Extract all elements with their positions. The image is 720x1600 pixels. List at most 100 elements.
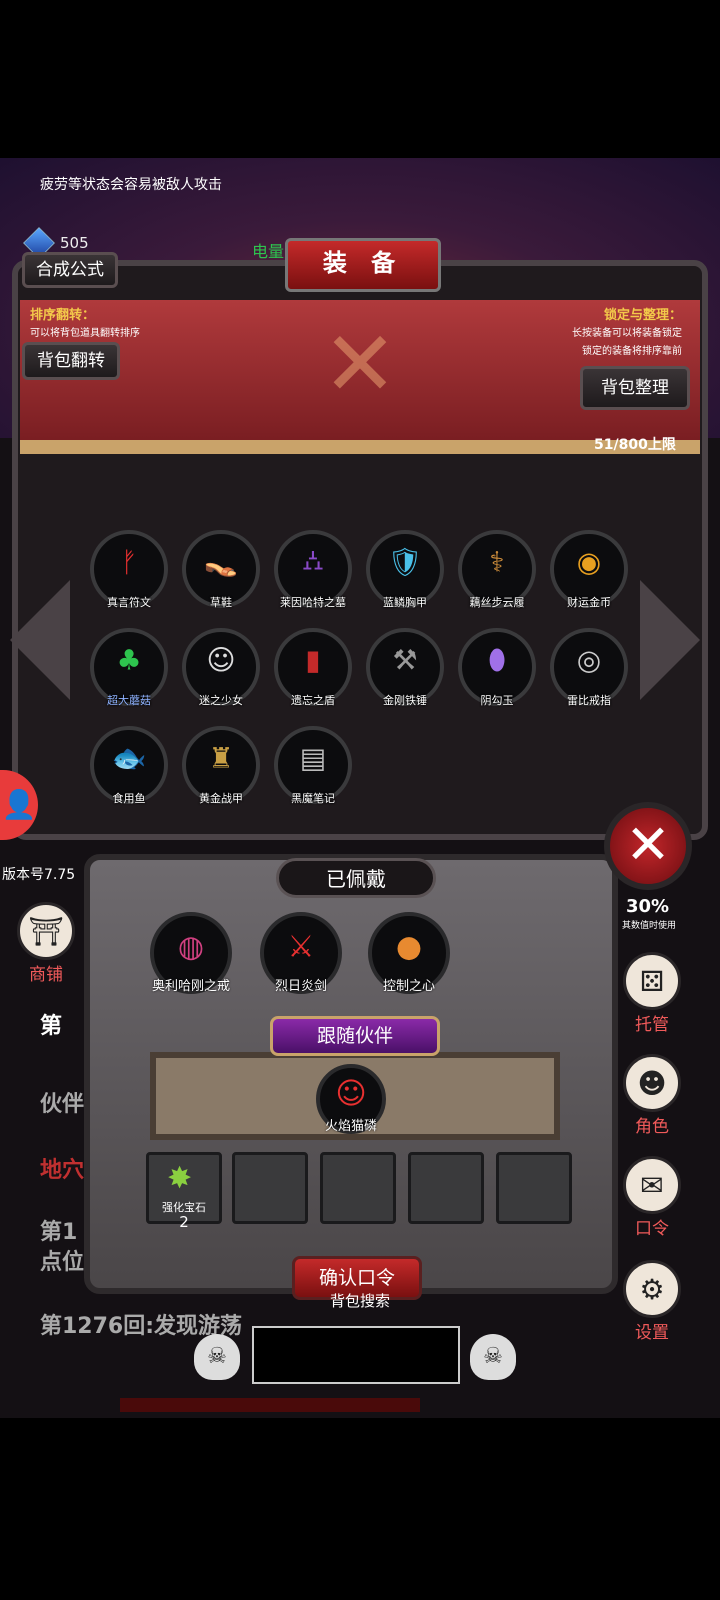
tip-text: 疲劳等状态会容易被敌人攻击 [40,177,222,193]
companion-name: 火焰猫磷 [324,1119,377,1134]
slot-4[interactable] [408,1152,484,1224]
hammer-icon: ⚒ [392,643,418,677]
equipped-item[interactable]: ◍ 奥利哈刚之戒 [150,912,232,994]
inventory-item[interactable]: 🛡 蓝鳞胸甲 [366,530,444,609]
item-label: 超大蘑菇 [107,694,151,707]
inventory-item[interactable]: ◎ 雷比戒指 [550,628,628,707]
log-line: 点位 [40,1250,85,1275]
lock-desc-1: 长按装备可以将装备锁定 [572,328,682,339]
item-label: 迷之少女 [199,694,243,707]
slot-3[interactable] [320,1152,396,1224]
item-label: 真言符文 [107,596,151,609]
log-line: 地穴 [40,1158,85,1183]
skull-icon: ☠ [470,1334,516,1380]
bottom-bar [120,1398,420,1412]
coin-icon: ◉ [576,545,602,579]
side-nav-label: 角色 [635,1117,669,1137]
dice-icon: ⚄ [623,952,681,1010]
inventory-item[interactable]: ♜ 黄金战甲 [182,726,260,805]
fish-icon: 🐟 [111,741,147,775]
companion-title: 跟随伙伴 [270,1016,440,1056]
equipped-item-label: 奥利哈刚之戒 [151,979,230,994]
mushroom-icon: ♣ [116,643,142,677]
item-label: 蓝鳞胸甲 [383,596,427,609]
book-icon: ▤ [299,741,327,775]
inventory-item[interactable]: ᚠ 真言符文 [90,530,168,609]
skull-icon: ☠ [194,1334,240,1380]
crossed-swords-emblem-icon: ✕ [322,312,398,417]
percent-sub: 其数值时使用 [622,921,677,931]
inventory-item[interactable]: ▤ 黑魔笔记 [274,726,352,805]
slot-5[interactable] [496,1152,572,1224]
lock-desc-2: 锁定的装备将排序靠前 [582,346,682,357]
version-text: 版本号7.75 [2,867,76,883]
heart-orb-icon: ● [395,929,423,965]
item-label: 财运金币 [567,596,611,609]
inventory-item[interactable]: ▮ 遗忘之盾 [274,628,352,707]
inventory-item[interactable]: ⛼ 莱因哈特之墓 [274,530,352,609]
close-button[interactable]: ✕ [604,802,692,890]
companion-avatar[interactable]: ☺ 火焰猫磷 [316,1064,386,1134]
gem-icon: ⬮ [488,643,506,676]
side-nav-scroll[interactable]: ✉ 口令 [620,1156,684,1239]
percent-value: 30% [626,896,670,917]
equipped-item[interactable]: ⚔ 烈日炎剑 [260,912,342,994]
side-nav-character[interactable]: ☻ 角色 [620,1054,684,1137]
sort-flip-desc: 可以将背包道具翻转排序 [30,328,140,339]
enhance-gem-icon: ✸ [167,1161,193,1196]
side-nav-label: 口令 [635,1219,669,1239]
girl-icon: ☺ [206,643,236,677]
inventory-item[interactable]: ⚕ 藕丝步云履 [458,530,536,609]
inventory-item[interactable]: ☺ 迷之少女 [182,628,260,707]
character-icon: ☻ [623,1054,681,1112]
gold-armor-icon: ♜ [208,741,234,775]
lock-title: 锁定与整理： [604,308,683,323]
equipped-item-label: 烈日炎剑 [274,979,327,994]
item-label: 藕丝步云履 [469,596,525,609]
inventory-item[interactable]: 🐟 食用鱼 [90,726,168,805]
slot-item-count: 2 [179,1213,189,1231]
scroll-icon: ✉ [623,1156,681,1214]
sandals-icon: 👡 [203,545,239,579]
sort-bag-button[interactable]: 背包整理 [580,366,690,410]
inventory-item[interactable]: 👡 草鞋 [182,530,260,609]
slot-1[interactable]: ✸ 强化宝石 2 [146,1152,222,1231]
item-label: 黑魔笔记 [291,792,335,805]
tomb-icon: ⛼ [302,543,324,577]
item-label: 黄金战甲 [199,792,243,805]
item-label: 阴勾玉 [480,694,514,707]
side-nav-shop[interactable]: ⛩ 商铺 [14,902,78,985]
side-nav-label: 设置 [635,1323,669,1343]
inventory-item[interactable]: ⚒ 金刚铁锤 [366,628,444,707]
item-label: 金刚铁锤 [383,694,427,707]
side-nav-label: 商铺 [29,965,63,985]
inventory-item[interactable]: ♣ 超大蘑菇 [90,628,168,707]
side-nav-label: 托管 [635,1015,669,1035]
side-nav-gear[interactable]: ⚙ 设置 [620,1260,684,1343]
sort-flip-title: 排序翻转： [30,308,96,323]
item-label: 莱因哈特之墓 [280,596,346,609]
log-line: 伙伴 [40,1092,85,1117]
equipped-item-label: 控制之心 [382,979,435,994]
armor-icon: 🛡 [387,545,423,579]
staff-icon: ⚕ [489,545,505,579]
sword-icon: ⚔ [287,929,315,965]
item-label: 雷比戒指 [567,694,611,707]
shop-icon: ⛩ [17,902,75,960]
cat-girl-icon: ☺ [335,1076,367,1112]
log-line: 第1 [40,1220,78,1245]
item-label: 食用鱼 [112,792,146,805]
gem-count-value: 505 [60,234,89,252]
inventory-item[interactable]: ◉ 财运金币 [550,530,628,609]
flip-bag-button[interactable]: 背包翻转 [22,342,120,380]
ring-icon: ◍ [177,929,205,965]
rune-icon: ᚠ [120,545,138,579]
inventory-item[interactable]: ⬮ 阴勾玉 [458,628,536,707]
formula-button[interactable]: 合成公式 [22,252,118,288]
equipped-item[interactable]: ● 控制之心 [368,912,450,994]
equipped-title: 已佩戴 [276,858,436,898]
side-nav-dice[interactable]: ⚄ 托管 [620,952,684,1035]
gear-icon: ⚙ [623,1260,681,1318]
search-input[interactable] [252,1326,460,1384]
slot-2[interactable] [232,1152,308,1224]
